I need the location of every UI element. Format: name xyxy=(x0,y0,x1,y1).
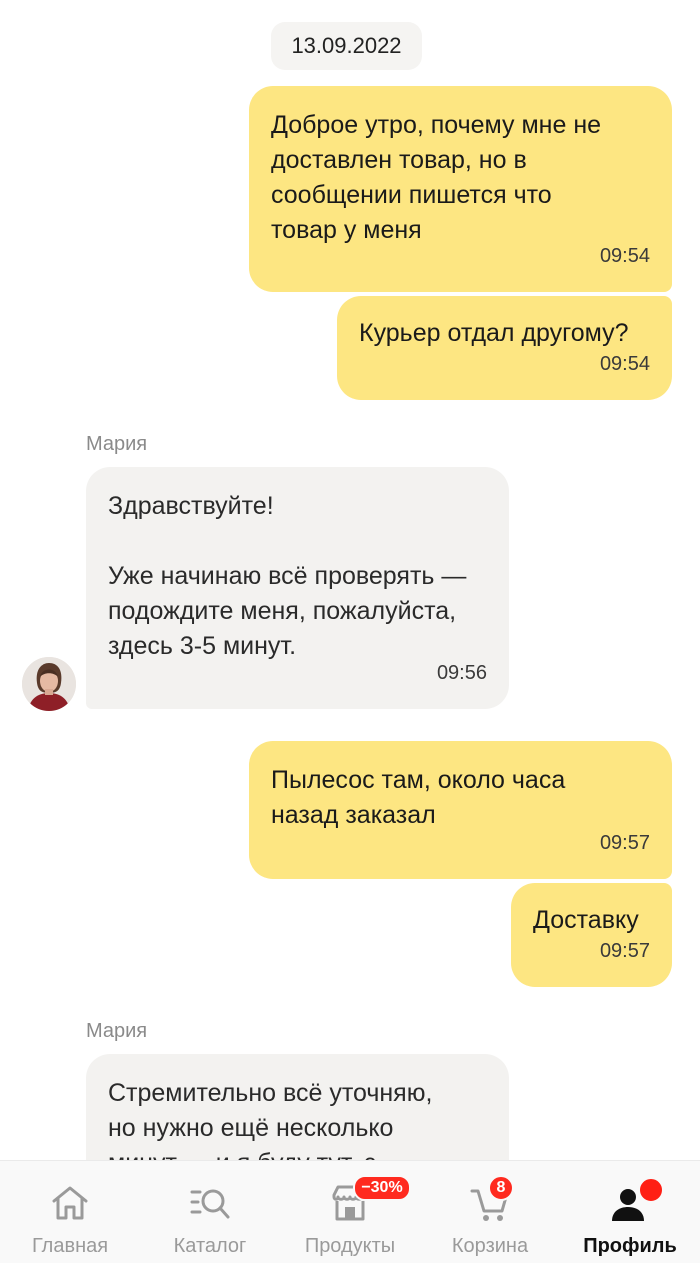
home-icon xyxy=(48,1181,92,1225)
sender-name: Мария xyxy=(86,433,148,455)
cart-count-badge: 8 xyxy=(488,1175,514,1201)
tab-profile[interactable]: Профиль xyxy=(575,1161,685,1263)
message-text: Здравствуйте! Уже начинаю всё проверять … xyxy=(108,492,467,660)
message-time: 09:56 xyxy=(436,662,487,684)
profile-icon xyxy=(608,1177,664,1225)
sender-name: Мария xyxy=(86,1020,148,1042)
message-time: 09:57 xyxy=(599,832,650,854)
message-time: 09:54 xyxy=(599,353,650,375)
tab-label: Корзина xyxy=(451,1235,529,1257)
avatar-photo xyxy=(22,657,76,711)
tab-label: Каталог xyxy=(173,1235,247,1257)
catalog-search-icon xyxy=(188,1181,232,1225)
tab-products[interactable]: −30% Продукты xyxy=(295,1161,411,1263)
bottom-tab-bar: Главная Каталог −30% Продукты 8 Корзина … xyxy=(0,1160,700,1263)
message-text: Доставку xyxy=(533,906,639,934)
sale-badge: −30% xyxy=(353,1175,411,1201)
incoming-message[interactable]: Здравствуйте! Уже начинаю всё проверять … xyxy=(86,467,509,709)
cart-icon: 8 xyxy=(468,1175,514,1225)
incoming-message[interactable]: Стремительно всё уточняю, но нужно ещё н… xyxy=(86,1054,509,1160)
chat-thread[interactable]: 13.09.2022 Доброе утро, почему мне не до… xyxy=(0,0,700,1160)
message-text: Пылесос там, около часа назад заказал xyxy=(271,766,566,829)
tab-cart[interactable]: 8 Корзина xyxy=(440,1161,540,1263)
tab-label: Главная xyxy=(31,1235,109,1257)
tab-label: Профиль xyxy=(583,1235,677,1257)
tab-home[interactable]: Главная xyxy=(20,1161,120,1263)
message-text: Курьер отдал другому? xyxy=(359,319,629,347)
outgoing-message[interactable]: Пылесос там, около часа назад заказал 09… xyxy=(249,741,672,879)
message-text: Доброе утро, почему мне не доставлен тов… xyxy=(271,111,602,244)
date-separator: 13.09.2022 xyxy=(271,22,422,70)
avatar[interactable] xyxy=(22,657,76,711)
tab-label: Продукты xyxy=(304,1235,396,1257)
message-text: Стремительно всё уточняю, но нужно ещё н… xyxy=(108,1079,433,1160)
outgoing-message[interactable]: Курьер отдал другому? 09:54 xyxy=(337,296,672,400)
tab-catalog[interactable]: Каталог xyxy=(160,1161,260,1263)
store-icon: −30% xyxy=(328,1175,411,1225)
outgoing-message[interactable]: Доброе утро, почему мне не доставлен тов… xyxy=(249,86,672,292)
outgoing-message[interactable]: Доставку 09:57 xyxy=(511,883,672,987)
notification-dot xyxy=(638,1177,664,1203)
message-time: 09:57 xyxy=(599,940,650,962)
message-time: 09:54 xyxy=(599,245,650,267)
